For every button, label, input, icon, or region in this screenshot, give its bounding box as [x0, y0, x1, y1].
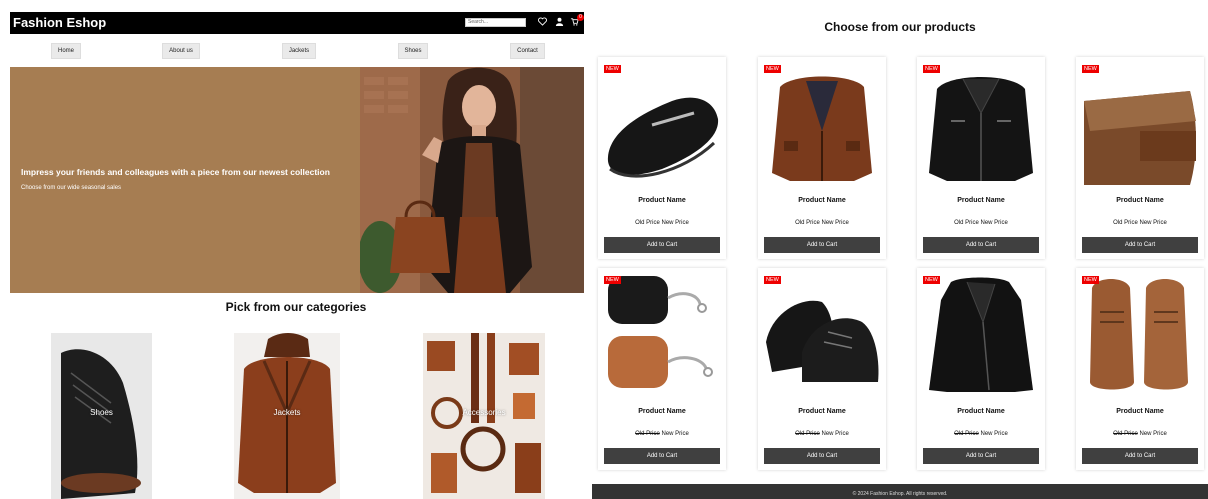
product-card[interactable]: NEW Product Name Old Price New Price Add… — [917, 268, 1045, 470]
product-image-brown-shoes — [1080, 272, 1200, 396]
nav-shoes[interactable]: Shoes — [398, 43, 428, 59]
product-image-airpods-case — [602, 272, 722, 396]
product-prices: Old Price New Price — [598, 220, 726, 226]
product-name: Product Name — [1116, 408, 1164, 415]
old-price: Old Price — [954, 431, 979, 437]
add-to-cart-button[interactable]: Add to Cart — [923, 237, 1039, 253]
new-badge: NEW — [604, 65, 621, 73]
new-price: New Price — [661, 431, 689, 437]
product-card[interactable]: NEW Product Name Old Price New Price Add… — [598, 57, 726, 259]
nav-jackets[interactable]: Jackets — [282, 43, 316, 59]
old-price: Old Price — [635, 220, 660, 226]
user-icon[interactable] — [555, 17, 564, 28]
category-accessories[interactable]: Accessories — [423, 333, 545, 499]
add-to-cart-button[interactable]: Add to Cart — [1082, 237, 1198, 253]
category-label: Jackets — [273, 408, 301, 417]
new-price: New Price — [821, 220, 849, 226]
product-prices: Old Price New Price — [758, 431, 886, 437]
products-pane: Choose from our products NEW Product Nam… — [592, 0, 1208, 499]
category-label: Accessories — [462, 408, 506, 417]
add-to-cart-button[interactable]: Add to Cart — [1082, 448, 1198, 464]
product-image-oxford-shoes — [762, 272, 882, 396]
hero-model-image — [360, 67, 584, 293]
hero-text-panel: Impress your friends and colleagues with… — [10, 67, 360, 293]
product-card[interactable]: NEW Product Name Old Price New Price Add… — [758, 57, 886, 259]
product-image-loafer — [602, 61, 722, 185]
new-badge: NEW — [604, 276, 621, 284]
product-name: Product Name — [638, 197, 686, 204]
hero-subtitle: Choose from our wide seasonal sales — [21, 185, 122, 191]
product-card[interactable]: NEW Product Name Old Price New Price Add… — [758, 268, 886, 470]
product-card[interactable]: NEW Product Name Old Price New Price Add… — [598, 268, 726, 470]
product-prices: Old Price New Price — [917, 220, 1045, 226]
new-price: New Price — [1139, 220, 1167, 226]
old-price: Old Price — [795, 220, 820, 226]
product-card[interactable]: NEW Product Name Old Price New Price Add… — [917, 57, 1045, 259]
add-to-cart-button[interactable]: Add to Cart — [764, 448, 880, 464]
add-to-cart-button[interactable]: Add to Cart — [764, 237, 880, 253]
brand-logo[interactable]: Fashion Eshop — [13, 15, 106, 30]
page-root: Fashion Eshop Search... 0 Home About us … — [0, 0, 1208, 499]
product-image-black-jacket-2 — [921, 272, 1041, 396]
old-price: Old Price — [795, 431, 820, 437]
product-prices: Old Price New Price — [1076, 431, 1204, 437]
add-to-cart-button[interactable]: Add to Cart — [923, 448, 1039, 464]
product-image-brown-jacket — [762, 61, 882, 185]
products-title: Choose from our products — [824, 20, 976, 34]
product-image-wallet — [1080, 61, 1200, 185]
hero-banner: Impress your friends and colleagues with… — [10, 67, 584, 293]
product-card[interactable]: NEW Product Name Old Price New Price Add… — [1076, 268, 1204, 470]
new-badge: NEW — [1082, 65, 1099, 73]
cart-count-badge: 0 — [577, 14, 584, 21]
product-prices: Old Price New Price — [917, 431, 1045, 437]
nav-about-us[interactable]: About us — [162, 43, 200, 59]
footer: © 2024 Fashion Eshop. All rights reserve… — [592, 484, 1208, 499]
add-to-cart-button[interactable]: Add to Cart — [604, 237, 720, 253]
old-price: Old Price — [1113, 220, 1138, 226]
new-badge: NEW — [923, 65, 940, 73]
category-label: Shoes — [90, 408, 113, 417]
new-price: New Price — [980, 220, 1008, 226]
new-price: New Price — [821, 431, 849, 437]
new-price: New Price — [661, 220, 689, 226]
new-badge: NEW — [764, 276, 781, 284]
old-price: Old Price — [954, 220, 979, 226]
new-badge: NEW — [923, 276, 940, 284]
top-bar: Fashion Eshop Search... 0 — [10, 12, 584, 34]
add-to-cart-button[interactable]: Add to Cart — [604, 448, 720, 464]
storefront-pane: Fashion Eshop Search... 0 Home About us … — [0, 0, 592, 499]
new-price: New Price — [980, 431, 1008, 437]
nav-home[interactable]: Home — [51, 43, 81, 59]
category-shoes[interactable]: Shoes — [51, 333, 152, 499]
product-prices: Old Price New Price — [758, 220, 886, 226]
search-input[interactable]: Search... — [465, 18, 526, 27]
product-name: Product Name — [957, 197, 1005, 204]
hero-title: Impress your friends and colleagues with… — [21, 167, 330, 177]
heart-icon[interactable] — [538, 17, 547, 28]
nav-contact[interactable]: Contact — [510, 43, 545, 59]
old-price: Old Price — [635, 431, 660, 437]
product-prices: Old Price New Price — [1076, 220, 1204, 226]
product-image-black-jacket — [921, 61, 1041, 185]
product-name: Product Name — [957, 408, 1005, 415]
new-badge: NEW — [1082, 276, 1099, 284]
old-price: Old Price — [1113, 431, 1138, 437]
product-card[interactable]: NEW Product Name Old Price New Price Add… — [1076, 57, 1204, 259]
new-badge: NEW — [764, 65, 781, 73]
product-name: Product Name — [798, 408, 846, 415]
product-prices: Old Price New Price — [598, 431, 726, 437]
product-name: Product Name — [638, 408, 686, 415]
product-name: Product Name — [1116, 197, 1164, 204]
new-price: New Price — [1139, 431, 1167, 437]
product-name: Product Name — [798, 197, 846, 204]
category-jackets[interactable]: Jackets — [234, 333, 340, 499]
categories-title: Pick from our categories — [225, 300, 367, 314]
